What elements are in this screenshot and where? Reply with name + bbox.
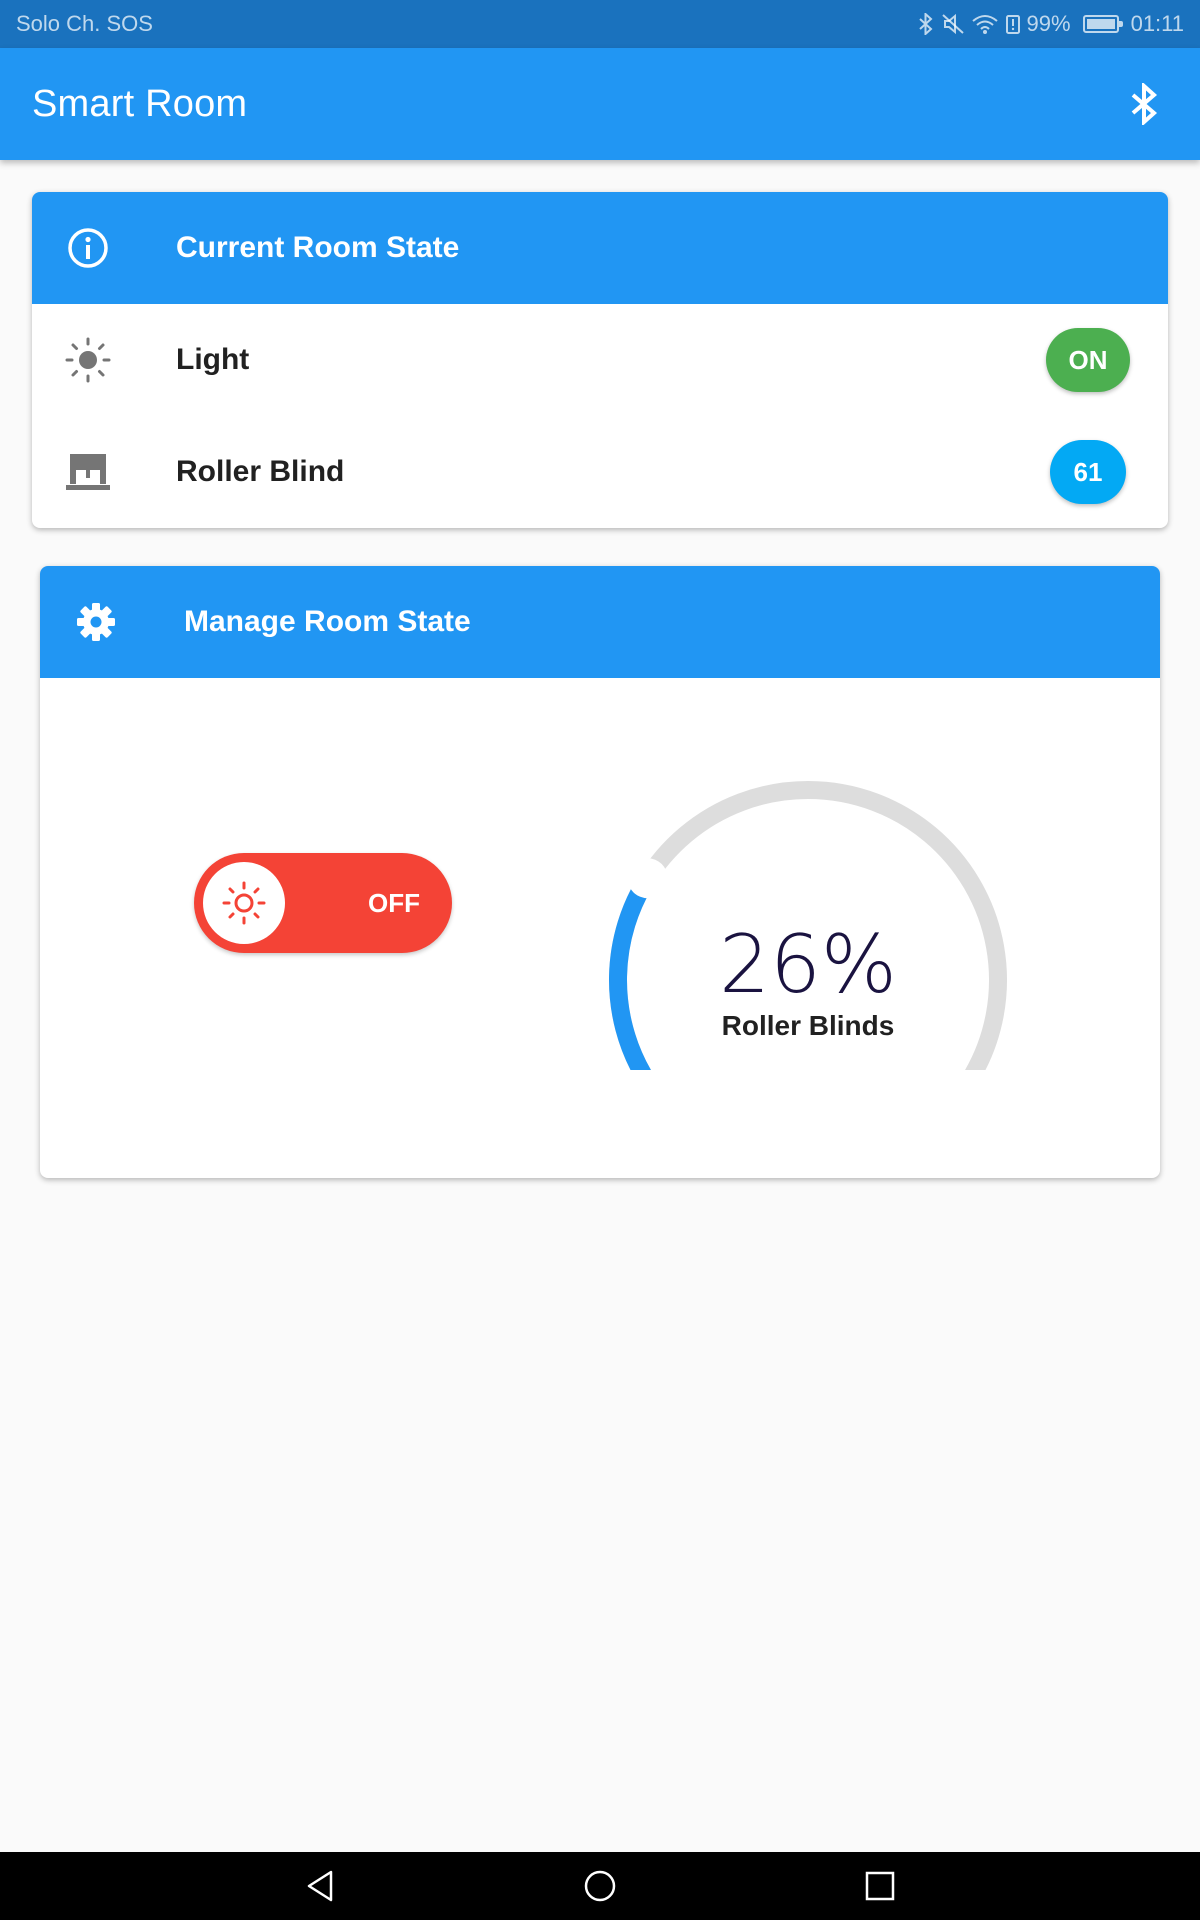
status-bar: Solo Ch. SOS 99% 01:11: [0, 0, 1200, 48]
recents-icon: [865, 1871, 895, 1901]
gauge-handle[interactable]: [627, 858, 668, 899]
status-icons: 99% 01:11: [917, 11, 1184, 37]
gauge-value: 26%: [719, 918, 897, 1011]
clock: 01:11: [1130, 11, 1184, 36]
home-button[interactable]: [580, 1866, 620, 1906]
bluetooth-icon: [918, 13, 933, 35]
sun-icon: [32, 336, 144, 384]
home-icon: [584, 1870, 616, 1902]
current-room-state-header: Current Room State: [32, 192, 1168, 304]
sun-icon: [222, 881, 266, 925]
app-title: Smart Room: [32, 82, 248, 125]
light-toggle-state: OFF: [368, 888, 420, 918]
current-room-state-card: Current Room State Light ON Roller Blind…: [32, 192, 1168, 528]
carrier-label: Solo Ch. SOS: [16, 11, 153, 36]
roller-blind-state-row: Roller Blind 61: [32, 416, 1168, 528]
battery-alert-icon: [1005, 15, 1020, 34]
wifi-icon: [971, 15, 998, 34]
roller-blind-icon: [32, 452, 144, 492]
current-room-state-title: Current Room State: [176, 231, 460, 264]
back-icon: [307, 1870, 333, 1902]
light-toggle[interactable]: OFF: [194, 853, 452, 953]
light-state-row: Light ON: [32, 304, 1168, 416]
info-icon: [32, 226, 144, 270]
roller-blind-gauge[interactable]: 26% Roller Blinds: [598, 770, 1018, 1084]
recents-button[interactable]: [860, 1866, 900, 1906]
battery-icon: [1082, 15, 1123, 33]
gear-icon: [40, 600, 152, 644]
app-bar: Smart Room: [0, 48, 1200, 160]
navigation-bar: [0, 1852, 1200, 1920]
roller-blind-state-label: Roller Blind: [176, 455, 345, 488]
manage-room-state-header: Manage Room State: [40, 566, 1160, 678]
mute-icon: [941, 13, 964, 35]
back-button[interactable]: [300, 1866, 340, 1906]
bluetooth-icon: [1131, 83, 1158, 125]
toggle-knob[interactable]: [203, 862, 285, 944]
bluetooth-button[interactable]: [1120, 80, 1168, 128]
battery-percent: 99%: [1026, 11, 1071, 36]
light-state-badge: ON: [1046, 328, 1130, 392]
light-state-label: Light: [176, 343, 250, 376]
roller-blind-state-badge: 61: [1050, 440, 1126, 504]
manage-room-state-title: Manage Room State: [184, 605, 471, 638]
gauge-label: Roller Blinds: [721, 1010, 895, 1041]
